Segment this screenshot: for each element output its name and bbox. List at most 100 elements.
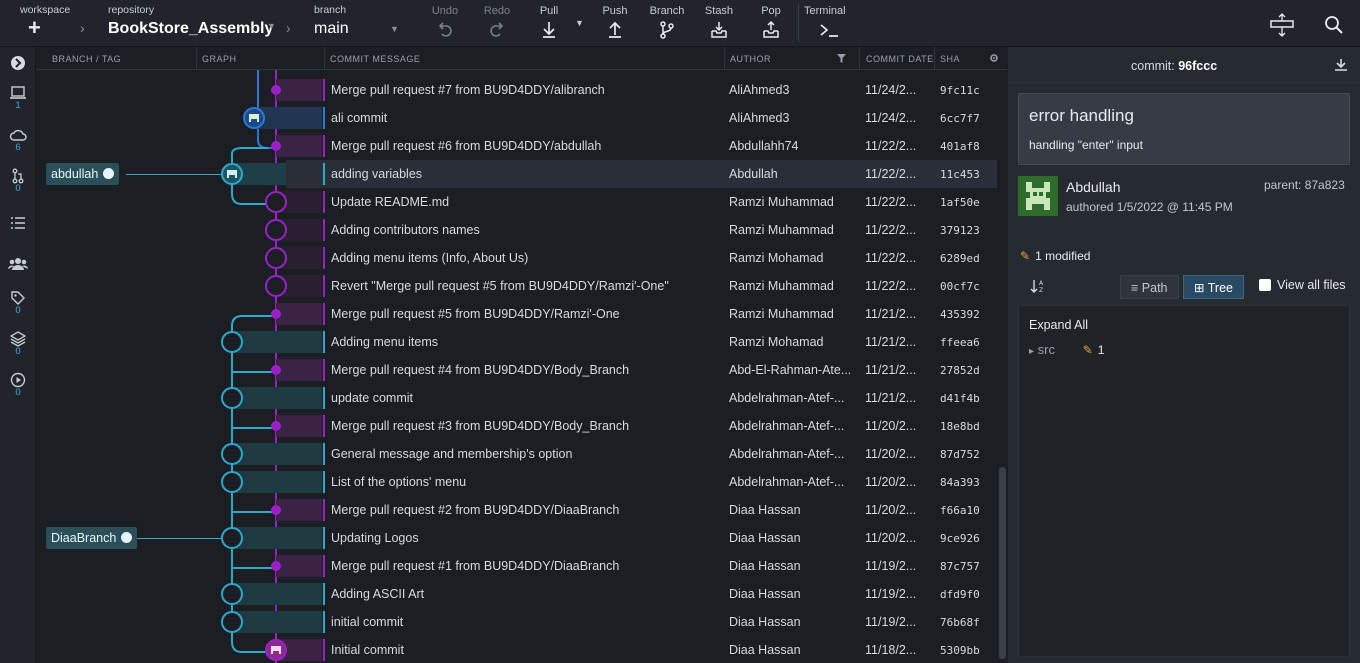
commit-message: Updating Logos bbox=[331, 531, 419, 545]
layout-toggle-icon[interactable] bbox=[1268, 13, 1296, 37]
commit-sha: dfd9f0 bbox=[940, 588, 980, 601]
github-icon bbox=[103, 168, 115, 179]
lane-marker bbox=[323, 387, 325, 409]
rail-pull-requests-button[interactable]: 0 bbox=[0, 168, 36, 194]
commit-row[interactable]: Revert "Merge pull request #5 from BU9D4… bbox=[36, 272, 997, 300]
pop-button[interactable]: Pop bbox=[749, 0, 793, 46]
commit-row[interactable]: Merge pull request #3 from BU9D4DDY/Body… bbox=[36, 412, 997, 440]
commit-author: AliAhmed3 bbox=[729, 83, 790, 97]
commit-row-selected[interactable]: adding variables Abdullah 11/22/2... 11c453 bbox=[286, 160, 997, 188]
commit-row[interactable]: Merge pull request #6 from BU9D4DDY/abdu… bbox=[36, 132, 997, 160]
commit-sha: f66a10 bbox=[940, 504, 980, 517]
commit-row[interactable]: Adding menu items Ramzi Mohamad 11/21/2...… bbox=[36, 328, 997, 356]
column-divider[interactable] bbox=[324, 47, 325, 70]
commit-row[interactable]: Adding contributors names Ramzi Muhammad 1… bbox=[36, 216, 997, 244]
lane-marker bbox=[323, 219, 325, 241]
lane-marker bbox=[323, 275, 325, 297]
rail-submodules-button[interactable]: 0 bbox=[0, 331, 36, 357]
undo-button[interactable]: Undo bbox=[424, 0, 466, 46]
commit-sha: 5309bb bbox=[940, 644, 980, 657]
undo-label: Undo bbox=[431, 5, 459, 17]
path-view-tab[interactable]: ≡ Path bbox=[1120, 275, 1179, 299]
commit-id[interactable]: 96fccc bbox=[1178, 59, 1217, 73]
commit-date: 11/21/2... bbox=[865, 363, 917, 377]
column-divider[interactable] bbox=[724, 47, 725, 70]
column-divider[interactable] bbox=[859, 47, 860, 70]
commit-row[interactable]: Merge pull request #1 from BU9D4DDY/Diaa… bbox=[36, 552, 997, 580]
rail-actions-button[interactable]: 0 bbox=[0, 372, 36, 398]
commit-message: Adding contributors names bbox=[331, 223, 480, 237]
stash-button[interactable]: Stash bbox=[697, 0, 741, 46]
column-divider[interactable] bbox=[196, 47, 197, 70]
commit-row[interactable]: Adding ASCII Art Diaa Hassan 11/19/2... dfd… bbox=[36, 580, 997, 608]
rail-teams-button[interactable] bbox=[0, 257, 36, 271]
view-all-files-checkbox[interactable] bbox=[1259, 279, 1271, 291]
expand-all-button[interactable]: Expand All bbox=[1029, 318, 1088, 332]
commit-author: Abdelrahman-Atef-... bbox=[729, 475, 845, 489]
rail-remote-button[interactable]: 6 bbox=[0, 127, 36, 153]
rail-local-button[interactable]: 1 bbox=[0, 85, 36, 111]
lane-marker bbox=[323, 247, 325, 269]
branch-label: branch bbox=[314, 4, 347, 16]
commit-row[interactable]: Merge pull request #7 from BU9D4DDY/alib… bbox=[36, 76, 997, 104]
commit-row[interactable]: List of the options' menu Abdelrahman-Ate… bbox=[36, 468, 997, 496]
toolbar: workspace + › repository BookStore_Assem… bbox=[0, 0, 1360, 47]
commit-row[interactable]: update commit Abdelrahman-Atef-... 11/21/2… bbox=[36, 384, 997, 412]
commit-message: Merge pull request #4 from BU9D4DDY/Body… bbox=[331, 363, 630, 377]
download-icon[interactable] bbox=[1334, 58, 1348, 72]
commit-row[interactable]: Adding menu items (Info, About Us) Ramzi … bbox=[36, 244, 997, 272]
cloud-icon bbox=[9, 129, 27, 141]
commit-date-column-header[interactable]: COMMIT DATE bbox=[866, 54, 934, 64]
commit-row[interactable]: Updating Logos Diaa Hassan 11/20/2... 9ce92… bbox=[36, 524, 997, 552]
commit-row[interactable]: Merge pull request #4 from BU9D4DDY/Body… bbox=[36, 356, 997, 384]
redo-button[interactable]: Redo bbox=[476, 0, 518, 46]
graph-column-header[interactable]: GRAPH bbox=[202, 54, 237, 64]
commit-sha: 6289ed bbox=[940, 252, 980, 265]
tree-view-tab[interactable]: ⊞ Tree bbox=[1183, 275, 1244, 299]
commit-sha: 9ce926 bbox=[940, 532, 980, 545]
rail-tags-button[interactable]: 0 bbox=[0, 290, 36, 316]
commit-row[interactable]: Initial commit Diaa Hassan 11/18/2... 5309b… bbox=[36, 636, 997, 663]
commit-row[interactable]: Merge pull request #5 from BU9D4DDY/Ramz… bbox=[36, 300, 997, 328]
commit-sha: 18e8bd bbox=[940, 420, 980, 433]
author-column-header[interactable]: AUTHOR bbox=[730, 54, 771, 64]
commit-row[interactable]: Update README.md Ramzi Muhammad 11/22/2...… bbox=[36, 188, 997, 216]
column-divider[interactable] bbox=[934, 47, 935, 70]
add-workspace-button[interactable]: + bbox=[28, 17, 41, 39]
gear-icon[interactable] bbox=[989, 53, 999, 63]
undo-icon bbox=[438, 22, 452, 37]
sort-az-icon[interactable]: AZ bbox=[1030, 278, 1046, 294]
branch-selector[interactable]: main bbox=[314, 20, 349, 38]
commit-message: Merge pull request #6 from BU9D4DDY/abdu… bbox=[331, 139, 602, 153]
filter-icon[interactable] bbox=[837, 54, 846, 63]
folder-row[interactable]: ▸ src ✎ 1 bbox=[1029, 342, 1104, 357]
commit-date: 11/22/2... bbox=[865, 167, 917, 181]
commit-message-column-header[interactable]: COMMIT MESSAGE bbox=[330, 54, 420, 64]
branch-tag-column-header[interactable]: BRANCH / TAG bbox=[52, 54, 121, 64]
view-all-files-toggle[interactable]: View all files bbox=[1259, 278, 1346, 292]
rail-issues-button[interactable] bbox=[0, 216, 36, 230]
terminal-icon bbox=[820, 24, 838, 37]
repository-dropdown-icon[interactable]: ▼ bbox=[267, 21, 276, 31]
pull-options-icon[interactable]: ▼ bbox=[575, 18, 584, 28]
commit-row[interactable]: Merge pull request #2 from BU9D4DDY/Diaa… bbox=[36, 496, 997, 524]
commit-author-name: Abdullah bbox=[1066, 179, 1121, 195]
branch-dropdown-icon[interactable]: ▼ bbox=[390, 24, 399, 34]
branch-button[interactable]: Branch bbox=[645, 0, 689, 46]
commit-row[interactable]: initial commit Diaa Hassan 11/19/2... 76b68… bbox=[36, 608, 997, 636]
sha-column-header[interactable]: SHA bbox=[940, 54, 960, 64]
graph-scrollbar-thumb[interactable] bbox=[999, 467, 1006, 659]
commit-sha: 6cc7f7 bbox=[940, 112, 980, 125]
search-icon[interactable] bbox=[1324, 15, 1344, 35]
branch-label-abdullah[interactable]: abdullah bbox=[46, 163, 120, 185]
terminal-button[interactable]: Terminal bbox=[804, 0, 854, 46]
parent-commit[interactable]: parent: 87a823 bbox=[1264, 178, 1345, 192]
commit-summary-box[interactable]: error handling handling "enter" input bbox=[1018, 93, 1350, 165]
commit-row[interactable]: General message and membership's option A… bbox=[36, 440, 997, 468]
lane-marker bbox=[323, 611, 325, 633]
commit-row[interactable]: ali commit AliAhmed3 11/24/2... 6cc7f7 bbox=[36, 104, 997, 132]
repository-selector[interactable]: BookStore_Assembly bbox=[108, 20, 273, 38]
pull-button[interactable]: Pull bbox=[528, 0, 570, 46]
rail-expand-button[interactable] bbox=[0, 55, 36, 71]
push-button[interactable]: Push bbox=[594, 0, 636, 46]
